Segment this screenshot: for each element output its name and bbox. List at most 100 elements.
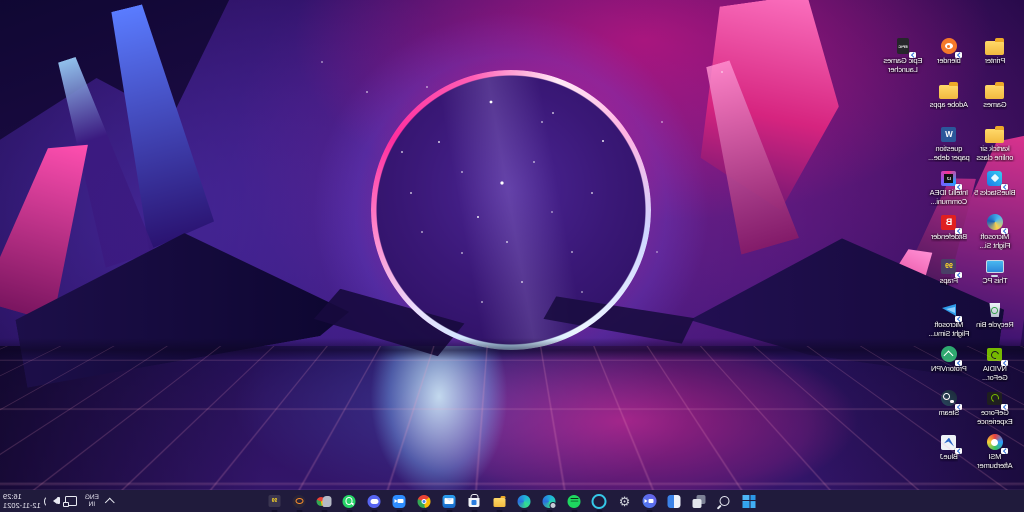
paper-plane-icon bbox=[942, 304, 956, 316]
desktop-icon-bluej[interactable]: BlueJ bbox=[926, 430, 972, 474]
desktop-icon-fraps[interactable]: 99Fraps bbox=[926, 254, 972, 298]
desktop-icon-epic-games[interactable]: EPICEpic Games Launcher bbox=[880, 34, 926, 78]
bluestacks-icon bbox=[988, 171, 1003, 186]
icon-label: GeForce Experience bbox=[972, 409, 1018, 426]
icon-label: blender bbox=[937, 57, 961, 66]
language-indicator[interactable]: ENG IN bbox=[85, 494, 99, 508]
icon-label: Microsoft Flight Si... bbox=[972, 233, 1018, 250]
start-button[interactable] bbox=[741, 493, 759, 509]
epic-games-icon: EPIC bbox=[897, 38, 909, 54]
taskbar-discord[interactable] bbox=[366, 493, 384, 509]
taskbar-settings[interactable]: ⚙ bbox=[616, 493, 634, 509]
desktop-icon-nvidia[interactable]: NVIDIA GeFor... bbox=[972, 342, 1018, 386]
icon-label: BlueJ bbox=[940, 453, 958, 462]
taskbar-microsoft-store[interactable] bbox=[466, 493, 484, 509]
nvidia-icon bbox=[988, 348, 1003, 361]
desktop-icon-bluestacks[interactable]: BlueStacks 5 bbox=[972, 166, 1018, 210]
icon-label: Games bbox=[983, 101, 1006, 110]
desktop-icon-this-pc[interactable]: This PC bbox=[972, 254, 1018, 298]
intellij-letters: IJ bbox=[945, 174, 954, 183]
taskbar-file-explorer[interactable] bbox=[491, 493, 509, 509]
shortcut-arrow-icon bbox=[956, 448, 963, 455]
word-letter: W bbox=[945, 130, 953, 139]
desktop-icon-recycle-bin[interactable]: Recycle Bin bbox=[972, 298, 1018, 342]
shortcut-arrow-icon bbox=[1002, 228, 1009, 235]
chrome-utility-icon bbox=[317, 495, 332, 508]
network-icon[interactable] bbox=[65, 496, 77, 506]
icon-label: question paper debe... bbox=[926, 145, 972, 162]
taskbar-video-call-app[interactable] bbox=[641, 493, 659, 509]
taskbar-blender[interactable] bbox=[291, 493, 309, 509]
taskbar-pinned-apps: ⚙ 99 bbox=[266, 490, 759, 512]
taskbar-spotify[interactable] bbox=[566, 493, 584, 509]
system-tray: ENG IN 16:29 12-11-2021 bbox=[3, 490, 113, 512]
spotify-icon bbox=[568, 495, 581, 508]
taskbar-fraps[interactable]: 99 bbox=[266, 493, 284, 509]
file-explorer-icon bbox=[494, 498, 506, 507]
intellij-icon: IJ bbox=[942, 171, 957, 186]
desktop-icon-flight-simulator-2[interactable]: Microsoft Flight Simu... bbox=[926, 298, 972, 342]
taskbar-zoom[interactable] bbox=[391, 493, 409, 509]
taskbar-edge[interactable] bbox=[516, 493, 534, 509]
taskbar-edge-badged[interactable] bbox=[541, 493, 559, 509]
desktop-icon-adobe-apps[interactable]: Adobe apps bbox=[926, 78, 972, 122]
ring-app-icon bbox=[592, 494, 607, 509]
icon-label: Printer bbox=[985, 57, 1006, 66]
desktop-icon-printer[interactable]: Printer bbox=[972, 34, 1018, 78]
widgets-button[interactable] bbox=[666, 493, 684, 509]
chrome-icon bbox=[418, 495, 431, 508]
fraps-icon: 99 bbox=[942, 259, 957, 274]
epic-letters: EPIC bbox=[898, 44, 907, 49]
volume-icon[interactable] bbox=[53, 498, 57, 504]
search-button[interactable] bbox=[716, 493, 734, 509]
shortcut-arrow-icon bbox=[956, 316, 963, 323]
hidden-icons-chevron[interactable] bbox=[106, 497, 115, 506]
icon-label: Microsoft Flight Simu... bbox=[926, 321, 972, 338]
neon-ring bbox=[371, 70, 651, 350]
shortcut-arrow-icon bbox=[956, 404, 963, 411]
edge-icon bbox=[518, 495, 531, 508]
fraps-taskbar-icon: 99 bbox=[269, 495, 281, 507]
search-icon bbox=[720, 496, 730, 506]
shortcut-arrow-icon bbox=[956, 228, 963, 235]
icon-label: Recycle Bin bbox=[976, 321, 1013, 330]
icon-label: IntelliJ IDEA Communi... bbox=[926, 189, 972, 206]
desktop-icon-protonvpn[interactable]: ProtonVPN bbox=[926, 342, 972, 386]
icon-label: NVIDIA GeFor... bbox=[972, 365, 1018, 382]
shortcut-arrow-icon bbox=[956, 52, 963, 59]
shortcut-arrow-icon bbox=[1002, 360, 1009, 367]
geforce-icon bbox=[988, 392, 1003, 405]
video-camera-icon bbox=[643, 494, 657, 508]
shortcut-arrow-icon bbox=[956, 184, 963, 191]
folder-icon bbox=[986, 85, 1005, 99]
desktop-icon-question-paper[interactable]: Wquestion paper debe... bbox=[926, 122, 972, 166]
desktop-icon-flight-simulator[interactable]: Microsoft Flight Si... bbox=[972, 210, 1018, 254]
desktop-icon-bitdefender[interactable]: BBitdefender bbox=[926, 210, 972, 254]
taskbar-mail[interactable] bbox=[441, 493, 459, 509]
desktop-icon-kartick-sir-online-class[interactable]: kartick sir online class bbox=[972, 122, 1018, 166]
desktop-icon-steam[interactable]: Steam bbox=[926, 386, 972, 430]
microsoft-store-icon bbox=[469, 498, 480, 507]
taskbar-whatsapp[interactable] bbox=[341, 493, 359, 509]
task-view-icon bbox=[693, 495, 706, 508]
clock-time: 16:29 bbox=[3, 492, 41, 501]
taskbar-chrome-utility[interactable] bbox=[316, 493, 334, 509]
word-document-icon: W bbox=[942, 127, 957, 142]
bluej-icon bbox=[942, 435, 957, 450]
discord-icon bbox=[368, 495, 381, 508]
taskbar-chrome[interactable] bbox=[416, 493, 434, 509]
shortcut-arrow-icon bbox=[956, 272, 963, 279]
desktop-icon-geforce-experience[interactable]: GeForce Experience bbox=[972, 386, 1018, 430]
desktop-icon-intellij[interactable]: IJ IntelliJ IDEA Communi... bbox=[926, 166, 972, 210]
taskbar-neon-ring-app[interactable] bbox=[591, 493, 609, 509]
desktop-icon-blender[interactable]: blender bbox=[926, 34, 972, 78]
taskbar: ⚙ 99 ENG IN 16:29 1 bbox=[0, 490, 1024, 512]
bitdefender-icon: B bbox=[942, 215, 957, 230]
shortcut-arrow-icon bbox=[1002, 184, 1009, 191]
shortcut-arrow-icon bbox=[956, 360, 963, 367]
taskbar-clock[interactable]: 16:29 12-11-2021 bbox=[3, 492, 41, 510]
fraps-99: 99 bbox=[272, 498, 278, 504]
desktop-icon-msi-afterburner[interactable]: MSI Afterburner bbox=[972, 430, 1018, 474]
desktop-icon-games[interactable]: Games bbox=[972, 78, 1018, 122]
task-view-button[interactable] bbox=[691, 493, 709, 509]
